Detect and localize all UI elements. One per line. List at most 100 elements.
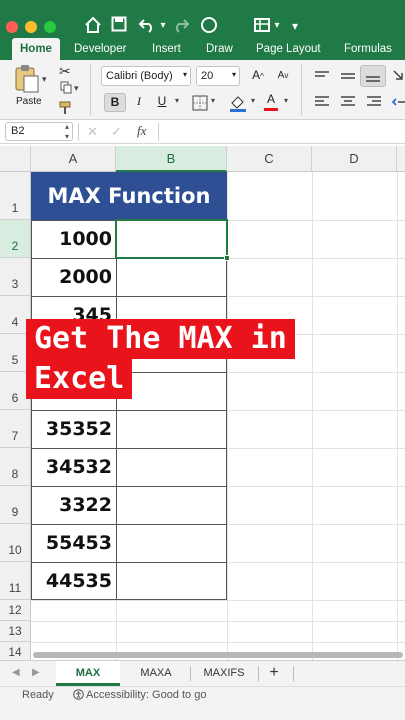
decrease-font-size-button[interactable]: Av <box>272 67 294 86</box>
fill-color-icon[interactable] <box>228 93 248 118</box>
tab-insert[interactable]: Insert <box>144 38 189 60</box>
name-box-value: B2 <box>11 125 25 137</box>
maximize-window-button[interactable] <box>44 21 56 33</box>
cell-a9[interactable]: 3322 <box>31 486 116 524</box>
horizontal-scrollbar[interactable] <box>33 652 403 658</box>
fill-color-dropdown-icon[interactable]: ▾ <box>251 96 255 105</box>
row-header-8[interactable]: 8 <box>0 448 31 486</box>
row-header-14[interactable]: 14 <box>0 642 31 660</box>
column-header-a[interactable]: A <box>31 146 116 172</box>
formula-divider <box>78 123 79 141</box>
redo-icon[interactable] <box>172 16 190 36</box>
copy-icon[interactable] <box>60 81 72 99</box>
tab-draw[interactable]: Draw <box>198 38 241 60</box>
sheet-tab-bar: ◀ ▶ MAX MAXA MAXIFS + <box>0 660 405 686</box>
font-size-select[interactable]: 20 ▾ <box>196 66 240 86</box>
gridline <box>312 172 313 660</box>
worksheet-grid[interactable]: A B C D 1 2 3 4 5 6 7 8 9 10 11 12 13 14… <box>0 146 405 660</box>
row-header-2[interactable]: 2 <box>0 220 31 258</box>
fill-handle[interactable] <box>224 255 230 261</box>
undo-dropdown-icon[interactable]: ▾ <box>158 16 168 36</box>
row-header-11[interactable]: 11 <box>0 562 31 600</box>
sheet-tab-maxifs[interactable]: MAXIFS <box>192 661 256 686</box>
align-center-icon[interactable] <box>338 95 358 114</box>
tab-divider <box>190 666 191 681</box>
header-cell-a1[interactable]: MAX Function <box>31 172 227 220</box>
banner-line-2: Excel <box>26 359 133 399</box>
title-bar: ▾ ▾ ▾ <box>0 0 405 38</box>
row-header-10[interactable]: 10 <box>0 524 31 562</box>
italic-button[interactable]: I <box>129 93 149 112</box>
cancel-formula-icon[interactable]: ✕ <box>87 124 98 140</box>
ribbon-divider <box>90 64 91 116</box>
row-header-13[interactable]: 13 <box>0 621 31 642</box>
font-color-button[interactable]: A <box>262 91 280 111</box>
add-sheet-button[interactable]: + <box>262 661 286 686</box>
underline-dropdown-icon[interactable]: ▾ <box>175 96 179 105</box>
undo-icon[interactable] <box>138 16 156 36</box>
borders-dropdown-icon[interactable]: ▾ <box>211 96 215 105</box>
cell-a7[interactable]: 35352 <box>31 410 116 448</box>
column-header-b[interactable]: B <box>116 146 227 172</box>
underline-button[interactable]: U <box>152 93 172 112</box>
close-window-button[interactable] <box>6 21 18 33</box>
bold-button[interactable]: B <box>104 93 126 112</box>
scroll-right-icon[interactable]: ▶ <box>32 667 40 678</box>
table-icon[interactable] <box>253 16 271 36</box>
column-header-e[interactable] <box>397 146 405 172</box>
row-header-1[interactable]: 1 <box>0 172 31 220</box>
align-middle-icon[interactable] <box>338 68 358 89</box>
paste-dropdown-icon[interactable]: ▾ <box>42 74 47 85</box>
circle-icon[interactable] <box>200 16 218 36</box>
minimize-window-button[interactable] <box>25 21 37 33</box>
cell-a8[interactable]: 34532 <box>31 448 116 486</box>
cell-a2[interactable]: 1000 <box>31 220 116 258</box>
cell-a10[interactable]: 55453 <box>31 524 116 562</box>
increase-font-size-button[interactable]: A^ <box>247 67 269 86</box>
row-header-12[interactable]: 12 <box>0 600 31 621</box>
chevron-down-icon[interactable]: ▾ <box>289 16 301 36</box>
select-all-button[interactable] <box>0 146 31 172</box>
enter-formula-icon[interactable]: ✓ <box>111 124 122 140</box>
row-header-9[interactable]: 9 <box>0 486 31 524</box>
borders-icon[interactable] <box>192 95 208 116</box>
align-top-icon[interactable] <box>312 68 332 89</box>
tab-page-layout[interactable]: Page Layout <box>248 38 329 60</box>
sheet-tab-maxa[interactable]: MAXA <box>124 661 188 686</box>
copy-dropdown-icon[interactable]: ▾ <box>74 83 79 94</box>
column-header-d[interactable]: D <box>312 146 397 172</box>
accessibility-icon[interactable] <box>73 689 84 703</box>
tab-home[interactable]: Home <box>12 38 60 60</box>
formula-input[interactable] <box>164 123 400 141</box>
tab-developer[interactable]: Developer <box>66 38 134 60</box>
table-dropdown-icon[interactable]: ▾ <box>272 16 282 36</box>
home-icon[interactable] <box>84 16 102 36</box>
name-box[interactable]: B2 ▴ ▾ <box>5 122 73 141</box>
accessibility-status[interactable]: Accessibility: Good to go <box>86 689 206 701</box>
save-icon[interactable] <box>111 16 127 36</box>
font-color-swatch <box>264 108 278 111</box>
paste-icon[interactable] <box>13 64 41 94</box>
font-name-select[interactable]: Calibri (Body) ▾ <box>101 66 191 86</box>
align-left-icon[interactable] <box>312 95 332 114</box>
cut-icon[interactable]: ✂ <box>59 63 71 80</box>
row-header-3[interactable]: 3 <box>0 258 31 296</box>
row-header-7[interactable]: 7 <box>0 410 31 448</box>
cell-a11[interactable]: 44535 <box>31 562 116 600</box>
tab-formulas[interactable]: Formulas <box>336 38 400 60</box>
align-bottom-icon[interactable] <box>360 65 386 87</box>
column-header-c[interactable]: C <box>227 146 312 172</box>
cell-a3[interactable]: 2000 <box>31 258 116 296</box>
format-painter-icon[interactable] <box>59 101 73 120</box>
align-right-icon[interactable] <box>364 95 384 114</box>
selected-cell-b2[interactable] <box>115 219 228 259</box>
sheet-tab-max[interactable]: MAX <box>56 661 120 686</box>
wrap-text-icon[interactable] <box>392 68 405 89</box>
font-color-dropdown-icon[interactable]: ▾ <box>284 96 288 105</box>
insert-function-button[interactable]: fx <box>137 123 146 139</box>
scroll-left-icon[interactable]: ◀ <box>12 667 20 678</box>
chevron-down-icon: ▾ <box>231 70 236 79</box>
banner-line-1: Get The MAX in <box>26 319 295 359</box>
font-name-value: Calibri (Body) <box>106 70 173 82</box>
indent-icon[interactable] <box>391 95 405 114</box>
